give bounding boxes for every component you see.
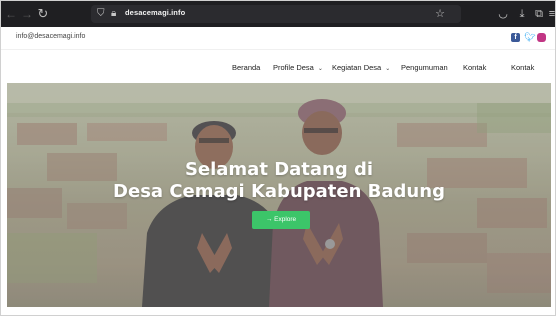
nav-item-profile-desa[interactable]: Profile Desa ⌄ [273,63,323,72]
nav-item-label: Pengumuman [401,63,448,72]
hero-title-line-1: Selamat Datang di [184,159,374,180]
page-bottom-strip [1,307,555,315]
extensions-icon[interactable]: ⧉ [532,6,546,22]
facebook-icon[interactable]: f [511,33,520,42]
explore-button[interactable]: → Explore [252,211,310,229]
reload-icon[interactable]: ↻ [35,6,51,22]
back-arrow-icon[interactable]: ← [3,6,19,22]
main-navigation: Beranda Profile Desa ⌄ Kegiatan Desa ⌄ Pen… [1,49,555,83]
nav-item-kegiatan-desa[interactable]: Kegiatan Desa ⌄ [332,63,390,72]
top-info-bar: info@desacemagi.info f 🐦︎ [1,27,555,49]
address-bar[interactable]: ⛉ 🔒︎ desacemagi.info ☆ [91,5,461,23]
nav-item-label: Profile Desa [273,63,314,72]
nav-item-label: Kontak [463,63,487,72]
nav-item-kontak-2[interactable]: Kontak [511,63,534,72]
nav-item-label: Beranda [232,63,261,72]
chevron-down-icon: ⌄ [385,66,391,72]
nav-item-pengumuman[interactable]: Pengumuman [401,63,448,72]
forward-arrow-icon[interactable]: → [19,6,35,22]
chevron-down-icon: ⌄ [317,66,323,72]
nav-item-label: Kegiatan Desa [332,63,382,72]
menu-icon[interactable]: ≡ [547,6,555,22]
hero-banner: Selamat Datang di Desa Cemagi Kabupaten … [7,83,551,307]
lock-icon[interactable]: 🔒︎ [111,7,123,21]
browser-toolbar: ← → ↻ ⛉ 🔒︎ desacemagi.info ☆ ◡ ⤓ ⧉ ≡ [1,1,555,27]
hero-title-line-2: Desa Cemagi Kabupaten Badung [113,181,445,202]
pocket-icon[interactable]: ◡ [496,6,510,22]
twitter-icon[interactable]: 🐦︎ [524,33,535,42]
browser-window: ← → ↻ ⛉ 🔒︎ desacemagi.info ☆ ◡ ⤓ ⧉ ≡ inf… [0,0,556,316]
shield-icon[interactable]: ⛉ [97,7,109,21]
nav-item-kontak[interactable]: Kontak [463,63,486,72]
nav-item-beranda[interactable]: Beranda [232,63,260,72]
star-icon[interactable]: ☆ [435,6,445,22]
url-text[interactable]: desacemagi.info [125,8,185,17]
download-icon[interactable]: ⤓ [515,6,529,22]
contact-email[interactable]: info@desacemagi.info [16,33,85,40]
instagram-icon[interactable] [537,33,546,42]
nav-item-label: Kontak [511,63,535,72]
